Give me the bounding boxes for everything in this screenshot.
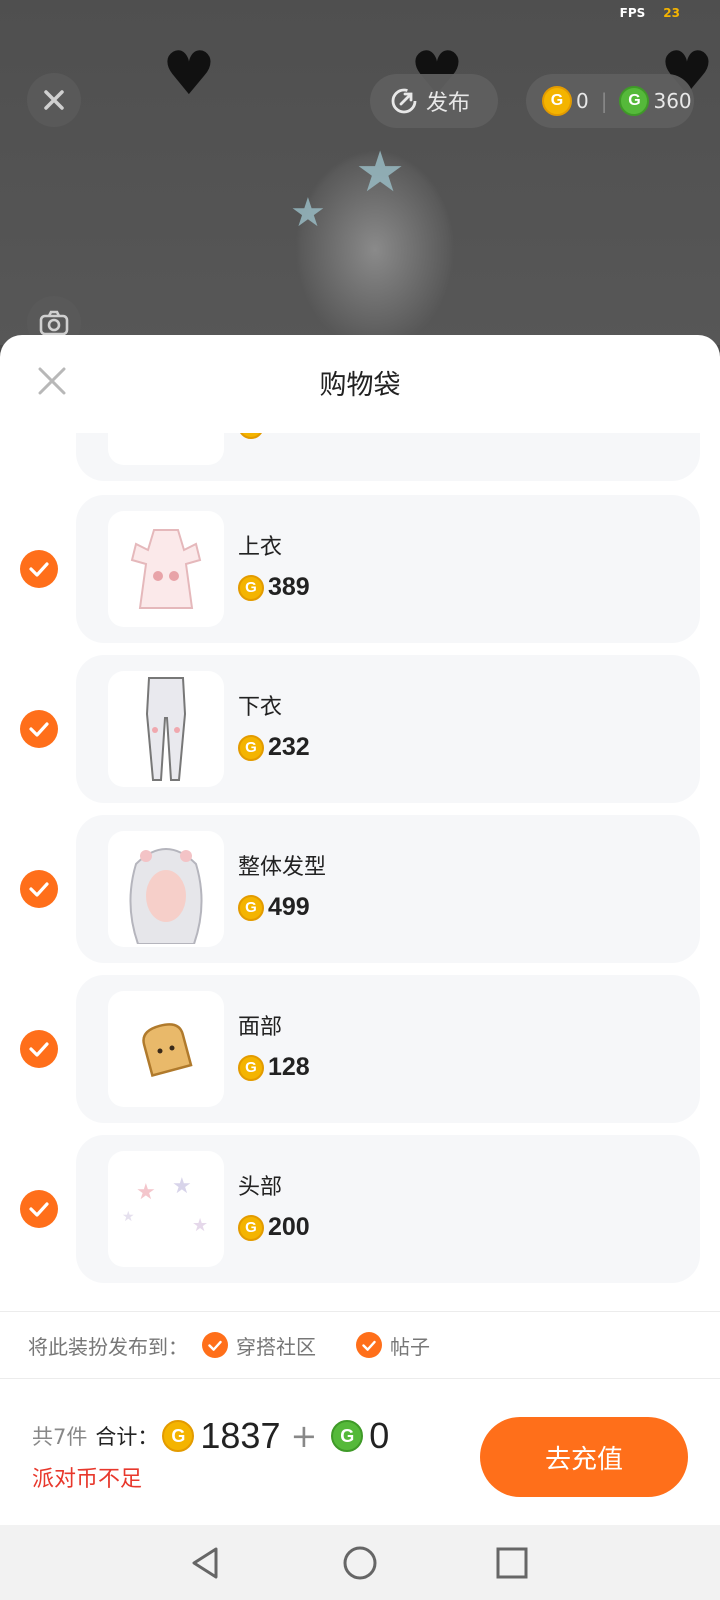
svg-text:★: ★ (122, 1209, 135, 1225)
cart-item[interactable]: 下衣 G 232 (0, 655, 720, 803)
checkout-footer: 共7件 合计： G 1837 + G 0 派对币不足 去充值 (0, 1379, 720, 1525)
plus-sign: + (290, 1417, 318, 1455)
star-decoration: ★ (355, 140, 406, 205)
item-price: G 200 (238, 1213, 310, 1242)
sheet-title: 购物袋 (319, 370, 401, 401)
divider: | (600, 89, 608, 113)
cart-item-list[interactable]: G 286 上衣 G 389 (0, 433, 720, 1310)
item-name: 整体发型 (238, 855, 327, 880)
check-icon (29, 1202, 49, 1217)
publish-destination-label: 将此装扮发布到： (28, 1334, 188, 1359)
cart-item[interactable]: ★ ★ ★ ★ 头部 G 200 (0, 1135, 720, 1283)
item-checkbox[interactable] (20, 1190, 58, 1228)
shopping-bag-sheet: 购物袋 G 286 (0, 335, 720, 1525)
check-icon (29, 1042, 49, 1057)
leggings-icon (145, 677, 187, 781)
close-button[interactable] (27, 73, 81, 127)
check-icon (29, 562, 49, 577)
sheet-header: 购物袋 (0, 335, 720, 435)
item-name: 头部 (238, 1175, 283, 1200)
star-decoration: ★ (290, 190, 326, 236)
gold-coin-icon: G (238, 433, 264, 439)
publish-icon (391, 88, 417, 114)
svg-text:★: ★ (172, 1174, 192, 1199)
cart-item[interactable]: G 286 (0, 433, 720, 481)
item-card[interactable]: ★ ★ ★ ★ 头部 G 200 (76, 1135, 700, 1283)
green-coin-balance: 360 (653, 89, 692, 113)
heart-decoration: ♥ (162, 39, 216, 109)
item-checkbox[interactable] (20, 1030, 58, 1068)
cart-item[interactable]: 整体发型 G 499 (0, 815, 720, 963)
stars-icon: ★ ★ ★ ★ (122, 1174, 208, 1236)
gold-coin-icon: G (238, 1054, 264, 1081)
item-price: G 232 (238, 733, 310, 762)
check-icon (202, 1332, 228, 1358)
item-checkbox[interactable] (20, 710, 58, 748)
gold-coin-icon: G (542, 86, 572, 116)
close-icon (44, 90, 64, 110)
green-coin-icon: G (619, 86, 650, 116)
gold-coin-icon: G (238, 894, 264, 921)
gold-coin-icon: G (238, 734, 264, 761)
publish-option-post[interactable]: 帖子 (356, 1331, 430, 1360)
back-icon[interactable] (186, 1543, 226, 1583)
svg-text:★: ★ (192, 1215, 208, 1236)
item-price: G 286 (238, 433, 310, 440)
item-name: 面部 (238, 1015, 283, 1040)
avatar-scene: FPS23 ♥ ♥ ♥ ★ ★ 发布 G 0 | G 360 (0, 0, 720, 350)
currency-balance[interactable]: G 0 | G 360 (526, 74, 694, 128)
system-navigation-bar (0, 1525, 720, 1600)
hairstyle-icon (129, 848, 203, 944)
green-total: 0 (369, 1415, 390, 1456)
leggings-thumbnail (108, 671, 224, 787)
svg-text:★: ★ (136, 1180, 156, 1205)
gold-total: 1837 (200, 1415, 281, 1456)
gold-coin-balance: 0 (576, 89, 589, 113)
gold-coin-icon: G (238, 574, 264, 601)
insufficient-coins-warning: 派对币不足 (32, 1467, 143, 1492)
item-checkbox[interactable] (20, 870, 58, 908)
item-card[interactable]: 面部 G 128 (76, 975, 700, 1123)
item-card[interactable]: 下衣 G 232 (76, 655, 700, 803)
toast-face-thumbnail (108, 991, 224, 1107)
item-card[interactable]: 上衣 G 389 (76, 495, 700, 643)
publish-label: 发布 (426, 91, 471, 116)
publish-option-community[interactable]: 穿搭社区 (202, 1331, 316, 1360)
recharge-button[interactable]: 去充值 (480, 1417, 688, 1497)
item-name: 下衣 (238, 695, 283, 720)
total-summary: 共7件 合计： G 1837 + G 0 (32, 1415, 389, 1457)
item-price: G 499 (238, 893, 310, 922)
publish-destination-row: 将此装扮发布到： 穿搭社区 帖子 (0, 1311, 720, 1379)
item-card[interactable]: 整体发型 G 499 (76, 815, 700, 963)
publish-button[interactable]: 发布 (370, 74, 498, 128)
check-icon (356, 1332, 382, 1358)
green-coin-icon: G (331, 1420, 364, 1452)
item-checkbox[interactable] (20, 550, 58, 588)
cart-item[interactable]: 面部 G 128 (0, 975, 720, 1123)
check-icon (29, 882, 49, 897)
sum-label: 合计： (95, 1425, 159, 1449)
item-card[interactable]: G 286 (76, 433, 700, 481)
toast-icon (142, 1023, 193, 1077)
dress-thumbnail (108, 511, 224, 627)
partial-item-thumbnail (108, 433, 224, 465)
item-name: 上衣 (238, 535, 283, 560)
recents-icon[interactable] (492, 1543, 532, 1583)
home-icon[interactable] (340, 1543, 380, 1583)
fps-counter: FPS 23 (619, 6, 680, 20)
hairstyle-thumbnail (108, 831, 224, 947)
item-price: G 128 (238, 1053, 310, 1082)
dress-icon (130, 529, 202, 609)
gold-coin-icon: G (162, 1420, 195, 1452)
gold-coin-icon: G (238, 1214, 264, 1241)
item-count: 共7件 (32, 1425, 88, 1449)
cart-item[interactable]: 上衣 G 389 (0, 495, 720, 643)
item-price: G 389 (238, 573, 310, 602)
check-icon (29, 722, 49, 737)
camera-icon (39, 310, 69, 336)
star-headpiece-thumbnail: ★ ★ ★ ★ (108, 1151, 224, 1267)
